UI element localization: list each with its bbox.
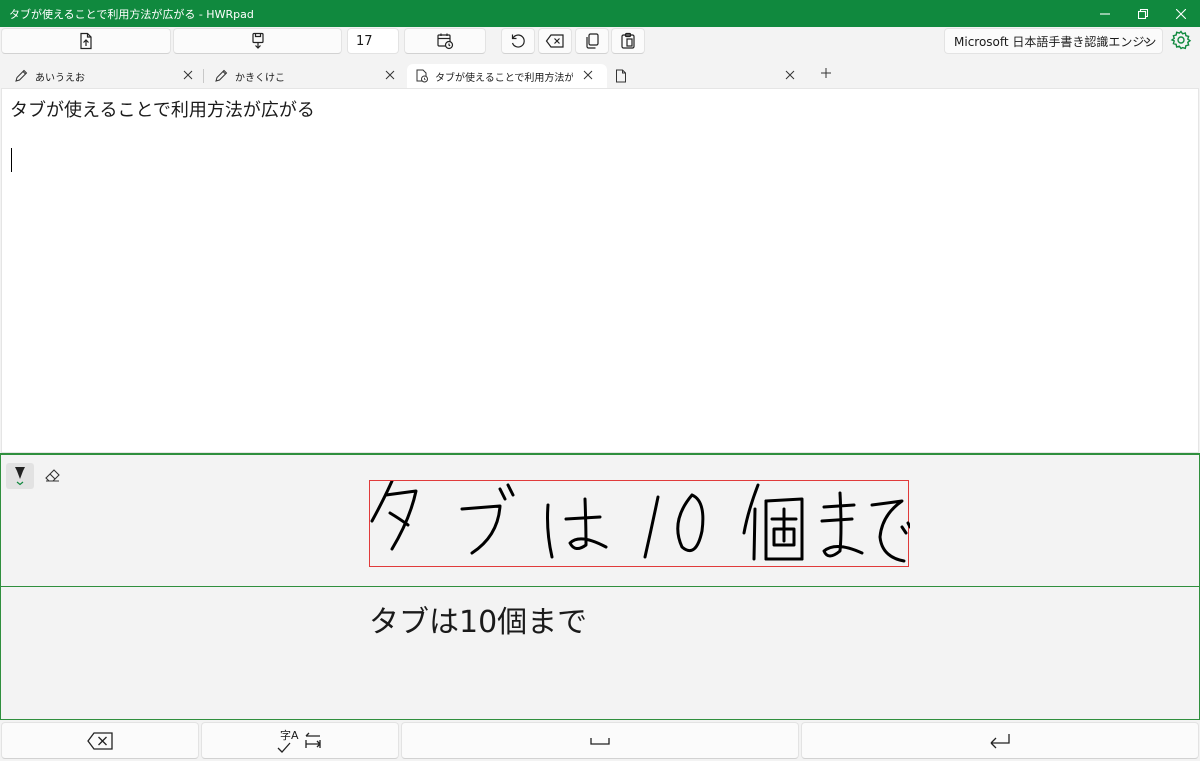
- text-caret: [11, 148, 12, 172]
- document-clock-icon: [415, 69, 429, 83]
- export-file-button[interactable]: [1, 28, 171, 54]
- minimize-button[interactable]: [1086, 0, 1124, 27]
- undo-button[interactable]: [501, 28, 535, 54]
- file-export-icon: [80, 32, 92, 50]
- tab-close-icon[interactable]: [183, 70, 193, 80]
- tab-label: タブが使えることで利用方法が広が: [435, 72, 573, 84]
- editor-text-line: タブが使えることで利用方法が広がる: [10, 100, 315, 121]
- engine-select-value: Microsoft 日本語手書き認識エンジン: [954, 34, 1157, 49]
- tab-close-icon[interactable]: [385, 70, 395, 80]
- tab-1[interactable]: かきくけこ: [203, 64, 405, 88]
- paste-button[interactable]: [611, 28, 645, 54]
- recognition-result-text[interactable]: タブは10個まで: [369, 597, 587, 641]
- eraser-icon[interactable]: [43, 465, 63, 485]
- close-window-button[interactable]: [1162, 0, 1200, 27]
- pen-icon: [15, 467, 25, 486]
- tab-label: かきくけこ: [235, 72, 285, 84]
- save-file-button[interactable]: [173, 28, 342, 54]
- tab-0[interactable]: あいうえお: [0, 64, 204, 88]
- pencil-icon: [214, 69, 228, 83]
- font-size-field[interactable]: 17: [347, 28, 399, 54]
- tab-label: あいうえお: [35, 72, 85, 84]
- backspace-button[interactable]: [1, 722, 199, 759]
- restore-button[interactable]: [1124, 0, 1162, 27]
- add-tab-icon[interactable]: [820, 67, 832, 79]
- tab-bar: あいうえお かきくけこ タブが使えることで利用方法が広が: [0, 60, 1200, 88]
- calendar-clock-icon: [437, 33, 454, 50]
- restore-icon: [1138, 8, 1148, 19]
- title-bar: タブが使えることで利用方法が広がる - HWRpad: [0, 0, 1200, 27]
- delete-button[interactable]: [538, 28, 572, 54]
- copy-button[interactable]: [575, 28, 609, 54]
- backspace-icon: [87, 731, 113, 750]
- convert-label: 字A: [280, 729, 299, 742]
- recognition-result-panel[interactable]: タブは10個まで: [0, 586, 1200, 720]
- convert-check-tab-icon: [277, 732, 321, 753]
- document-icon: [615, 69, 627, 83]
- convert-button[interactable]: 字A: [201, 722, 399, 759]
- toolbar: 17 Microsoft 日本語手書き認識エンジン: [0, 27, 1200, 55]
- tab-close-icon[interactable]: [583, 70, 593, 80]
- tab-2-active[interactable]: タブが使えることで利用方法が広が: [407, 64, 607, 88]
- pencil-icon: [14, 69, 28, 83]
- ink-recognition-box: [369, 480, 910, 567]
- text-editor[interactable]: タブが使えることで利用方法が広がる: [1, 88, 1199, 453]
- copy-icon: [586, 33, 599, 49]
- enter-icon: [990, 733, 1010, 748]
- file-save-icon: [251, 32, 264, 49]
- paste-icon: [621, 32, 635, 49]
- pen-tool-button[interactable]: [6, 463, 34, 489]
- window-title: タブが使えることで利用方法が広がる - HWRpad: [9, 7, 254, 21]
- tab-close-icon[interactable]: [785, 70, 795, 80]
- bottom-bar: 字A: [0, 720, 1200, 761]
- space-button[interactable]: [401, 722, 799, 759]
- engine-select[interactable]: Microsoft 日本語手書き認識エンジン: [944, 28, 1163, 54]
- undo-icon: [511, 34, 525, 48]
- settings-gear-icon[interactable]: [1170, 29, 1192, 51]
- chevron-down-icon: [1143, 39, 1151, 44]
- handwriting-panel[interactable]: [0, 453, 1200, 587]
- minimize-icon: [1100, 12, 1110, 15]
- tab-3[interactable]: [607, 64, 805, 88]
- handwritten-ink-strokes: [370, 481, 910, 563]
- close-icon: [1176, 8, 1186, 19]
- space-icon: [590, 737, 610, 745]
- backspace-icon: [545, 34, 564, 48]
- enter-button[interactable]: [801, 722, 1199, 759]
- insert-datetime-button[interactable]: [404, 28, 486, 54]
